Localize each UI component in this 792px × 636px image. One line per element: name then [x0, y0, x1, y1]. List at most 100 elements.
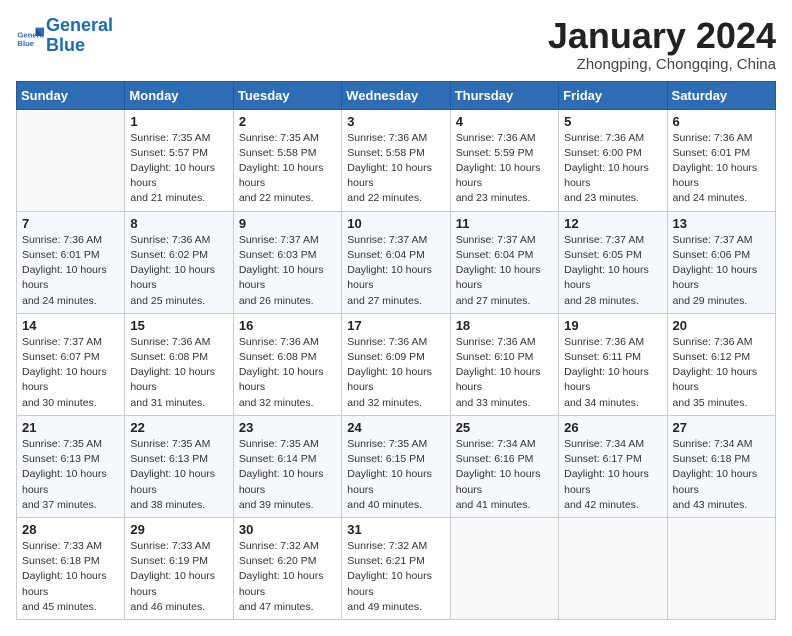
calendar-week-row: 28 Sunrise: 7:33 AMSunset: 6:18 PMDayligh…: [17, 517, 776, 619]
day-number: 12: [564, 216, 661, 231]
day-number: 4: [456, 114, 553, 129]
calendar-cell: 18 Sunrise: 7:36 AMSunset: 6:10 PMDayligh…: [450, 313, 558, 415]
calendar-cell: 31 Sunrise: 7:32 AMSunset: 6:21 PMDayligh…: [342, 517, 450, 619]
calendar-week-row: 21Sunrise: 7:35 AMSunset: 6:13 PMDayligh…: [17, 415, 776, 517]
day-info: Sunrise: 7:35 AMSunset: 5:57 PMDaylight:…: [130, 131, 227, 207]
weekday-header-monday: Monday: [125, 81, 233, 109]
day-number: 23: [239, 420, 336, 435]
day-number: 7: [22, 216, 119, 231]
calendar-cell: 22 Sunrise: 7:35 AMSunset: 6:13 PMDayligh…: [125, 415, 233, 517]
day-number: 30: [239, 522, 336, 537]
weekday-header-saturday: Saturday: [667, 81, 775, 109]
calendar-cell: 12 Sunrise: 7:37 AMSunset: 6:05 PMDayligh…: [559, 211, 667, 313]
day-number: 27: [673, 420, 770, 435]
calendar-cell: 5Sunrise: 7:36 AMSunset: 6:00 PMDaylight…: [559, 109, 667, 211]
day-number: 20: [673, 318, 770, 333]
calendar-cell: 7 Sunrise: 7:36 AMSunset: 6:01 PMDaylight…: [17, 211, 125, 313]
day-number: 8: [130, 216, 227, 231]
calendar-week-row: 7 Sunrise: 7:36 AMSunset: 6:01 PMDaylight…: [17, 211, 776, 313]
calendar-cell: [450, 517, 558, 619]
svg-text:Blue: Blue: [17, 39, 34, 48]
calendar-table: SundayMondayTuesdayWednesdayThursdayFrid…: [16, 81, 776, 620]
day-number: 28: [22, 522, 119, 537]
day-info: Sunrise: 7:37 AMSunset: 6:04 PMDaylight:…: [347, 233, 444, 309]
day-number: 26: [564, 420, 661, 435]
calendar-cell: 26 Sunrise: 7:34 AMSunset: 6:17 PMDayligh…: [559, 415, 667, 517]
day-info: Sunrise: 7:33 AMSunset: 6:18 PMDaylight:…: [22, 539, 119, 615]
day-info: Sunrise: 7:37 AMSunset: 6:06 PMDaylight:…: [673, 233, 770, 309]
weekday-header-tuesday: Tuesday: [233, 81, 341, 109]
calendar-cell: 15Sunrise: 7:36 AMSunset: 6:08 PMDayligh…: [125, 313, 233, 415]
calendar-cell: 17Sunrise: 7:36 AMSunset: 6:09 PMDayligh…: [342, 313, 450, 415]
title-block: January 2024 Zhongping, Chongqing, China: [548, 16, 776, 73]
logo: General Blue General Blue: [16, 16, 113, 56]
page-header: General Blue General Blue January 2024 Z…: [16, 16, 776, 73]
calendar-cell: 29Sunrise: 7:33 AMSunset: 6:19 PMDayligh…: [125, 517, 233, 619]
day-info: Sunrise: 7:36 AMSunset: 6:11 PMDaylight:…: [564, 335, 661, 411]
calendar-cell: 21Sunrise: 7:35 AMSunset: 6:13 PMDayligh…: [17, 415, 125, 517]
day-info: Sunrise: 7:34 AMSunset: 6:18 PMDaylight:…: [673, 437, 770, 513]
weekday-header-row: SundayMondayTuesdayWednesdayThursdayFrid…: [17, 81, 776, 109]
day-number: 6: [673, 114, 770, 129]
month-title: January 2024: [548, 16, 776, 56]
day-info: Sunrise: 7:34 AMSunset: 6:17 PMDaylight:…: [564, 437, 661, 513]
day-info: Sunrise: 7:36 AMSunset: 6:08 PMDaylight:…: [239, 335, 336, 411]
weekday-header-friday: Friday: [559, 81, 667, 109]
calendar-cell: [667, 517, 775, 619]
day-number: 9: [239, 216, 336, 231]
day-number: 22: [130, 420, 227, 435]
day-info: Sunrise: 7:37 AMSunset: 6:03 PMDaylight:…: [239, 233, 336, 309]
day-number: 25: [456, 420, 553, 435]
calendar-cell: 24 Sunrise: 7:35 AMSunset: 6:15 PMDayligh…: [342, 415, 450, 517]
day-number: 2: [239, 114, 336, 129]
calendar-cell: 27 Sunrise: 7:34 AMSunset: 6:18 PMDayligh…: [667, 415, 775, 517]
day-number: 14: [22, 318, 119, 333]
calendar-cell: 1 Sunrise: 7:35 AMSunset: 5:57 PMDaylight…: [125, 109, 233, 211]
calendar-cell: 23 Sunrise: 7:35 AMSunset: 6:14 PMDayligh…: [233, 415, 341, 517]
day-number: 19: [564, 318, 661, 333]
day-number: 18: [456, 318, 553, 333]
day-info: Sunrise: 7:36 AMSunset: 6:01 PMDaylight:…: [22, 233, 119, 309]
calendar-cell: 9 Sunrise: 7:37 AMSunset: 6:03 PMDaylight…: [233, 211, 341, 313]
calendar-cell: [17, 109, 125, 211]
calendar-cell: 10 Sunrise: 7:37 AMSunset: 6:04 PMDayligh…: [342, 211, 450, 313]
day-info: Sunrise: 7:32 AMSunset: 6:21 PMDaylight:…: [347, 539, 444, 615]
day-info: Sunrise: 7:37 AMSunset: 6:05 PMDaylight:…: [564, 233, 661, 309]
calendar-cell: 20 Sunrise: 7:36 AMSunset: 6:12 PMDayligh…: [667, 313, 775, 415]
day-number: 3: [347, 114, 444, 129]
day-number: 29: [130, 522, 227, 537]
day-info: Sunrise: 7:36 AMSunset: 5:59 PMDaylight:…: [456, 131, 553, 207]
day-number: 10: [347, 216, 444, 231]
day-info: Sunrise: 7:37 AMSunset: 6:04 PMDaylight:…: [456, 233, 553, 309]
calendar-cell: 3 Sunrise: 7:36 AMSunset: 5:58 PMDaylight…: [342, 109, 450, 211]
day-info: Sunrise: 7:35 AMSunset: 6:13 PMDaylight:…: [22, 437, 119, 513]
calendar-week-row: 14Sunrise: 7:37 AMSunset: 6:07 PMDayligh…: [17, 313, 776, 415]
weekday-header-sunday: Sunday: [17, 81, 125, 109]
calendar-cell: 4 Sunrise: 7:36 AMSunset: 5:59 PMDaylight…: [450, 109, 558, 211]
day-info: Sunrise: 7:35 AMSunset: 6:13 PMDaylight:…: [130, 437, 227, 513]
calendar-cell: 30Sunrise: 7:32 AMSunset: 6:20 PMDayligh…: [233, 517, 341, 619]
day-info: Sunrise: 7:34 AMSunset: 6:16 PMDaylight:…: [456, 437, 553, 513]
day-info: Sunrise: 7:36 AMSunset: 6:10 PMDaylight:…: [456, 335, 553, 411]
day-number: 11: [456, 216, 553, 231]
location-subtitle: Zhongping, Chongqing, China: [548, 56, 776, 73]
calendar-cell: 14Sunrise: 7:37 AMSunset: 6:07 PMDayligh…: [17, 313, 125, 415]
calendar-cell: 13Sunrise: 7:37 AMSunset: 6:06 PMDayligh…: [667, 211, 775, 313]
day-info: Sunrise: 7:36 AMSunset: 6:01 PMDaylight:…: [673, 131, 770, 207]
day-info: Sunrise: 7:36 AMSunset: 6:08 PMDaylight:…: [130, 335, 227, 411]
calendar-cell: 28 Sunrise: 7:33 AMSunset: 6:18 PMDayligh…: [17, 517, 125, 619]
day-info: Sunrise: 7:35 AMSunset: 6:15 PMDaylight:…: [347, 437, 444, 513]
day-number: 16: [239, 318, 336, 333]
day-number: 1: [130, 114, 227, 129]
day-number: 31: [347, 522, 444, 537]
calendar-cell: 2Sunrise: 7:35 AMSunset: 5:58 PMDaylight…: [233, 109, 341, 211]
day-info: Sunrise: 7:36 AMSunset: 6:12 PMDaylight:…: [673, 335, 770, 411]
day-number: 17: [347, 318, 444, 333]
day-info: Sunrise: 7:35 AMSunset: 6:14 PMDaylight:…: [239, 437, 336, 513]
weekday-header-wednesday: Wednesday: [342, 81, 450, 109]
calendar-cell: 19 Sunrise: 7:36 AMSunset: 6:11 PMDayligh…: [559, 313, 667, 415]
logo-icon: General Blue: [16, 22, 44, 50]
day-info: Sunrise: 7:36 AMSunset: 5:58 PMDaylight:…: [347, 131, 444, 207]
calendar-week-row: 1 Sunrise: 7:35 AMSunset: 5:57 PMDaylight…: [17, 109, 776, 211]
day-number: 24: [347, 420, 444, 435]
